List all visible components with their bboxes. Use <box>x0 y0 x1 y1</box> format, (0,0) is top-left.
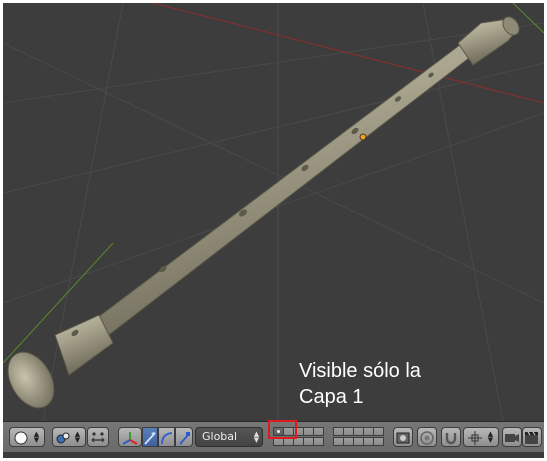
manipulator-toggle[interactable] <box>118 427 142 447</box>
opengl-render-icon <box>504 430 520 446</box>
blender-window: Visible sólo la Capa 1 ▲ ▼ ▲ ▼ Global ▲ … <box>3 3 544 458</box>
recorder-flute[interactable] <box>3 14 522 416</box>
pivot-point-icon <box>56 430 72 446</box>
layer-20-button[interactable] <box>373 437 384 446</box>
annotation-text: Visible sólo la Capa 1 <box>299 358 421 410</box>
translate-icon <box>143 430 159 446</box>
opengl-render-button[interactable] <box>502 427 522 447</box>
proportional-edit-icon <box>419 430 435 446</box>
object-origin <box>359 133 367 141</box>
snap-toggle-button[interactable] <box>441 427 461 447</box>
manipulator-axes-icon <box>122 430 138 446</box>
lock-camera-icon <box>395 430 411 446</box>
opengl-animation-icon <box>524 430 540 446</box>
lock-camera-button[interactable] <box>393 427 413 447</box>
layer-5-button[interactable] <box>313 427 324 436</box>
pivot-point-select[interactable]: ▲ ▼ <box>52 427 86 447</box>
chevron-up-down-icon: ▲ ▼ <box>33 430 40 444</box>
solid-sphere-icon <box>14 430 30 446</box>
chevron-up-down-icon: ▲ ▼ <box>253 430 260 444</box>
snap-increment-icon <box>467 430 483 446</box>
proportional-edit-button[interactable] <box>417 427 437 447</box>
scale-manipulator-button[interactable] <box>175 427 193 447</box>
rotate-manipulator-button[interactable] <box>158 427 175 447</box>
magnet-icon <box>443 430 459 446</box>
transform-orientation-select[interactable]: Global ▲ ▼ <box>195 427 263 447</box>
3d-viewport[interactable]: Visible sólo la Capa 1 <box>3 3 544 421</box>
chevron-up-down-icon: ▲ ▼ <box>74 430 81 444</box>
layer-10-button[interactable] <box>313 437 324 446</box>
annotation-line-1: Visible sólo la <box>299 360 421 382</box>
snap-element-select[interactable]: ▲ ▼ <box>463 427 499 447</box>
layer-1-highlight <box>268 420 297 439</box>
viewport-shading-select[interactable]: ▲ ▼ <box>9 427 45 447</box>
opengl-animation-button[interactable] <box>522 427 542 447</box>
scale-icon <box>177 430 193 446</box>
rotate-icon <box>159 430 175 446</box>
center-points-icon <box>90 430 106 446</box>
layers-group-2 <box>333 427 389 447</box>
translate-manipulator-button[interactable] <box>142 427 158 447</box>
viewport-scene <box>3 3 544 421</box>
orientation-value: Global <box>202 430 238 443</box>
pivot-center-button[interactable] <box>87 427 109 447</box>
annotation-line-2: Capa 1 <box>299 386 364 408</box>
chevron-up-down-icon: ▲ ▼ <box>487 430 494 444</box>
layer-15-button[interactable] <box>373 427 384 436</box>
